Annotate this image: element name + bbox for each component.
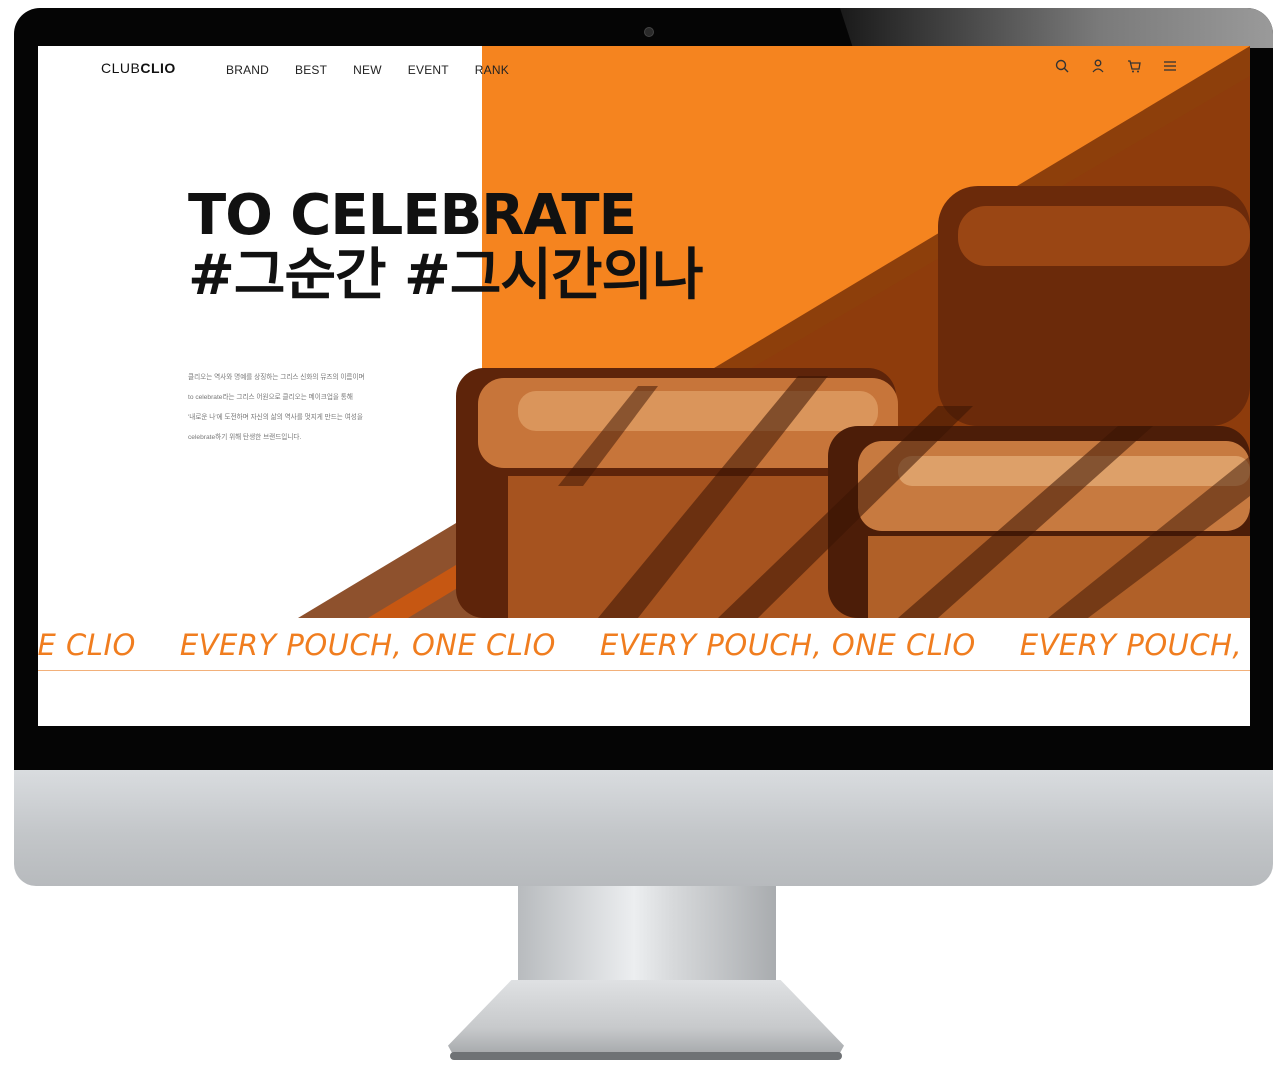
hero-title: TO CELEBRATE #그순간 #그시간의나 — [188, 186, 703, 306]
cart-icon[interactable] — [1126, 58, 1142, 74]
nav-links: BRAND BEST NEW EVENT RANK — [226, 63, 535, 77]
monitor-stand-neck — [518, 886, 776, 986]
marquee-item: EVERY POUCH, ONE CLIO — [179, 628, 556, 662]
logo-text-club: CLUB — [101, 60, 141, 76]
marquee-item: ONE CLIO — [38, 628, 136, 662]
hero-description-line: '내로운 나'에 도전하며 자신의 삶의 역사를 멋지게 만드는 여성을 — [188, 414, 363, 421]
nav-icons — [1054, 58, 1178, 74]
hero-title-line1: TO CELEBRATE — [188, 183, 637, 248]
menu-icon[interactable] — [1162, 58, 1178, 74]
marquee-item: EVERY POUCH, ONE CLIO — [599, 628, 976, 662]
marquee-item: EVERY POUCH, ONE CLIO — [1019, 628, 1250, 662]
screen: CLUBCLIO BRAND BEST NEW EVENT RANK TO CE… — [38, 46, 1250, 726]
nav-link-event[interactable]: EVENT — [408, 63, 449, 77]
nav-link-best[interactable]: BEST — [295, 63, 327, 77]
monitor-stand-base — [448, 980, 844, 1060]
hero-description: 클리오는 역사와 명예를 상징하는 그리스 신화의 뮤즈의 이름이며 to ce… — [188, 368, 458, 448]
webcam — [644, 27, 654, 37]
monitor-stand-shadow — [450, 1052, 842, 1060]
marquee-track: ONE CLIO EVERY POUCH, ONE CLIO EVERY POUCH… — [38, 628, 1250, 662]
top-navigation: CLUBCLIO BRAND BEST NEW EVENT RANK — [38, 46, 1250, 96]
nav-link-brand[interactable]: BRAND — [226, 63, 269, 77]
hero-title-line2: #그순간 #그시간의나 — [188, 243, 703, 308]
user-icon[interactable] — [1090, 58, 1106, 74]
hero-description-line: celebrate하기 위해 탄생한 브랜드입니다. — [188, 434, 302, 441]
logo-text-clio: CLIO — [140, 60, 176, 76]
search-icon[interactable] — [1054, 58, 1070, 74]
bezel-glare — [840, 8, 1273, 48]
hero-description-line: to celebrate라는 그리스 어원으로 클리오는 메이크업을 통해 — [188, 394, 353, 401]
hero-description-line: 클리오는 역사와 명예를 상징하는 그리스 신화의 뮤즈의 이름이며 — [188, 374, 365, 381]
monitor-chin — [14, 770, 1273, 886]
brand-logo[interactable]: CLUBCLIO — [101, 60, 176, 76]
slogan-marquee: ONE CLIO EVERY POUCH, ONE CLIO EVERY POUCH… — [38, 618, 1250, 671]
nav-link-new[interactable]: NEW — [353, 63, 382, 77]
nav-link-rank[interactable]: RANK — [475, 63, 509, 77]
hero-armchair-photo — [298, 46, 1250, 618]
